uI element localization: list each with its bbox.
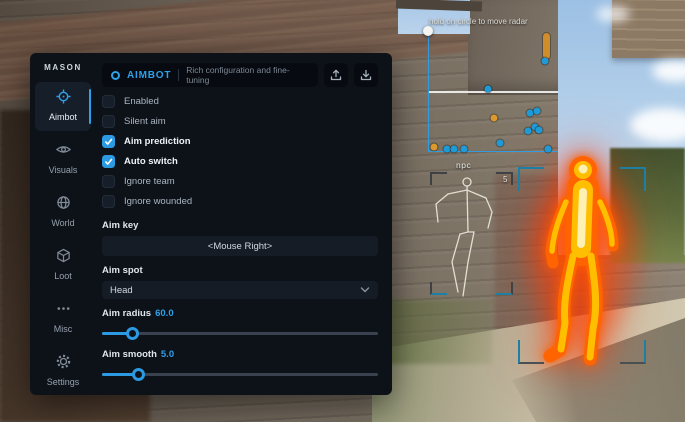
sidebar-item-loot[interactable]: Loot — [35, 241, 91, 290]
radar-drag-handle[interactable] — [423, 26, 433, 36]
aimbot-page: AIMBOT Rich configuration and fine-tunin… — [96, 53, 392, 395]
sidebar-item-settings[interactable]: Settings — [35, 347, 91, 396]
ring-icon — [111, 71, 120, 80]
cloud — [596, 6, 630, 22]
radar-horizon-line — [429, 91, 558, 93]
radar-marker-bar — [543, 33, 550, 59]
aim-spot-label: Aim spot — [102, 265, 378, 276]
radar-loot-dot — [490, 114, 497, 121]
aim-radius-slider[interactable] — [102, 327, 378, 340]
slider-thumb[interactable] — [126, 327, 139, 340]
radar-enemy-dot — [450, 145, 457, 152]
radar[interactable]: hold on circle to move radar — [428, 32, 558, 152]
sidebar-item-misc[interactable]: Misc — [35, 294, 91, 343]
radar-hint-text: hold on circle to move radar — [429, 17, 569, 26]
page-header: AIMBOT Rich configuration and fine-tunin… — [102, 63, 318, 87]
gear-icon — [56, 354, 71, 369]
sidebar: MASON Aimbot Visuals World — [30, 53, 96, 395]
checkbox[interactable] — [102, 115, 115, 128]
checkbox[interactable] — [102, 175, 115, 188]
sidebar-item-label: Misc — [54, 324, 73, 334]
crosshair-icon — [56, 89, 71, 104]
radar-enemy-dot — [542, 57, 549, 64]
page-subtitle: Rich configuration and fine-tuning — [186, 65, 309, 85]
divider — [178, 69, 179, 81]
aim-key-button[interactable]: <Mouse Right> — [102, 236, 378, 256]
radar-enemy-dot — [535, 126, 542, 133]
download-icon — [360, 69, 372, 81]
npc-esp-label: npc — [456, 160, 471, 170]
checkbox[interactable] — [102, 195, 115, 208]
toggle-ignore-wounded[interactable]: Ignore wounded — [102, 191, 378, 211]
enemy-player-cham — [520, 144, 645, 366]
radar-enemy-dot — [526, 109, 533, 116]
cube-icon — [56, 248, 71, 263]
aim-radius-label: Aim radius — [102, 308, 151, 319]
skeleton-esp — [430, 172, 513, 300]
import-config-button[interactable] — [354, 63, 378, 87]
radar-enemy-dot — [544, 145, 551, 152]
sidebar-item-aimbot[interactable]: Aimbot — [35, 82, 91, 131]
aim-key-label: Aim key — [102, 220, 378, 231]
toggle-label: Auto switch — [124, 156, 178, 167]
upload-icon — [330, 69, 342, 81]
aim-smooth-label: Aim smooth — [102, 349, 157, 360]
toggle-aim-prediction[interactable]: Aim prediction — [102, 131, 378, 151]
sidebar-item-label: Visuals — [49, 165, 78, 175]
chevron-down-icon — [360, 286, 370, 294]
sidebar-item-world[interactable]: World — [35, 188, 91, 237]
sidebar-item-label: World — [51, 218, 74, 228]
radar-enemy-dot — [485, 86, 492, 93]
aim-spot-value: Head — [110, 285, 133, 296]
check-icon — [104, 157, 113, 166]
radar-enemy-dot — [534, 107, 541, 114]
toggle-ignore-team[interactable]: Ignore team — [102, 171, 378, 191]
checkbox[interactable] — [102, 155, 115, 168]
brand-name: MASON — [44, 63, 82, 72]
sidebar-item-label: Loot — [54, 271, 72, 281]
radar-loot-dot — [431, 144, 438, 151]
sidebar-item-visuals[interactable]: Visuals — [35, 135, 91, 184]
toggle-label: Ignore wounded — [124, 196, 192, 207]
sidebar-item-label: Settings — [47, 377, 80, 387]
check-icon — [104, 137, 113, 146]
game-screen: npc 5 hold on circle to move radar — [0, 0, 685, 422]
sidebar-item-label: Aimbot — [49, 112, 77, 122]
slider-thumb[interactable] — [132, 368, 145, 381]
slider-track[interactable] — [102, 332, 378, 335]
radar-enemy-dot — [525, 127, 532, 134]
dots-icon — [56, 301, 71, 316]
checkbox[interactable] — [102, 95, 115, 108]
checkbox[interactable] — [102, 135, 115, 148]
aim-smooth-slider[interactable] — [102, 368, 378, 381]
toggle-enabled[interactable]: Enabled — [102, 91, 378, 111]
globe-icon — [56, 195, 71, 210]
toggle-label: Silent aim — [124, 116, 166, 127]
toggle-label: Aim prediction — [124, 136, 191, 147]
aim-radius-value: 60.0 — [155, 308, 174, 319]
aim-smooth-value: 5.0 — [161, 349, 174, 360]
export-config-button[interactable] — [324, 63, 348, 87]
aim-spot-dropdown[interactable]: Head — [102, 281, 378, 299]
aim-smooth-group: Aim smooth 5.0 — [102, 349, 378, 381]
eye-icon — [56, 142, 71, 157]
cheat-menu-window: MASON Aimbot Visuals World — [30, 53, 392, 395]
toggle-silent-aim[interactable]: Silent aim — [102, 111, 378, 131]
page-title: AIMBOT — [127, 70, 171, 81]
aim-radius-group: Aim radius 60.0 — [102, 308, 378, 340]
radar-enemy-dot — [496, 139, 503, 146]
radar-enemy-dot — [460, 145, 467, 152]
toggle-label: Ignore team — [124, 176, 175, 187]
toggle-auto-switch[interactable]: Auto switch — [102, 151, 378, 171]
toggle-label: Enabled — [124, 96, 159, 107]
